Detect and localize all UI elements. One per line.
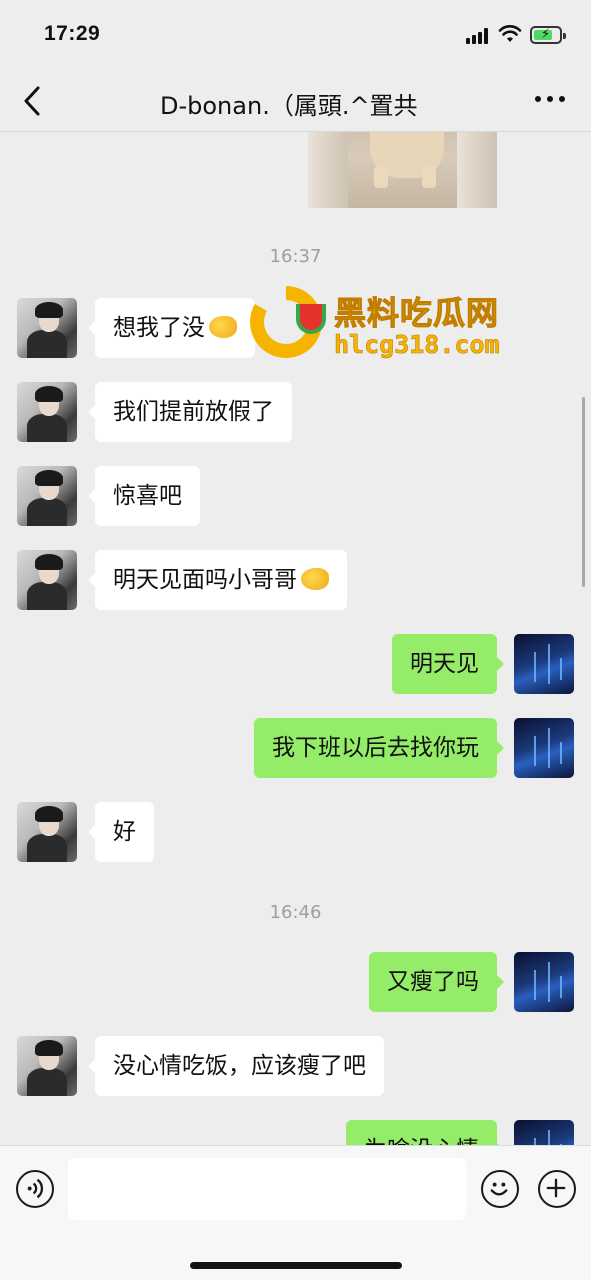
back-icon[interactable] — [18, 84, 48, 118]
message-text: 为啥没心情 — [364, 1137, 479, 1145]
contact-avatar[interactable] — [17, 298, 77, 358]
message-bubble-received[interactable]: 惊喜吧 — [88, 466, 200, 526]
contact-avatar[interactable] — [17, 802, 77, 862]
message-text: 没心情吃饭，应该瘦了吧 — [113, 1053, 366, 1079]
status-bar: 17:29 ⚡ — [0, 0, 591, 70]
my-avatar[interactable] — [514, 718, 574, 778]
flexed-arm-emoji-icon — [301, 568, 329, 590]
message-bubble-received[interactable]: 想我了没 — [88, 298, 255, 358]
scroll-indicator[interactable] — [582, 397, 585, 587]
image-message[interactable] — [308, 132, 497, 208]
message-text: 惊喜吧 — [113, 483, 182, 509]
contact-avatar[interactable] — [17, 1036, 77, 1096]
message-text: 想我了没 — [113, 315, 205, 341]
contact-avatar[interactable] — [17, 550, 77, 610]
my-avatar[interactable] — [514, 1120, 574, 1145]
watermark-url: hlcg318.com — [334, 330, 500, 360]
message-text: 明天见面吗小哥哥 — [113, 567, 297, 593]
time-divider: 16:37 — [269, 246, 322, 267]
voice-icon[interactable] — [16, 1170, 54, 1208]
signal-icon — [466, 28, 492, 44]
message-bubble-received[interactable]: 我们提前放假了 — [88, 382, 292, 442]
flexed-arm-emoji-icon — [209, 316, 237, 338]
home-indicator — [190, 1262, 402, 1269]
chat-area[interactable]: 16:37 想我了没 我们提前放假了 惊喜吧 明天见面吗小哥哥 明天见 我下班以… — [0, 132, 591, 1145]
message-bubble-received[interactable]: 没心情吃饭，应该瘦了吧 — [88, 1036, 384, 1096]
my-avatar[interactable] — [514, 634, 574, 694]
input-bar — [0, 1145, 591, 1280]
message-bubble-sent[interactable]: 明天见 — [392, 634, 504, 694]
contact-avatar[interactable] — [17, 382, 77, 442]
emoji-icon[interactable] — [481, 1170, 519, 1208]
more-icon[interactable] — [535, 96, 567, 106]
time-divider: 16:46 — [269, 902, 322, 923]
battery-icon: ⚡ — [530, 26, 566, 44]
status-time: 17:29 — [44, 22, 101, 45]
message-bubble-sent[interactable]: 我下班以后去找你玩 — [254, 718, 504, 778]
message-text: 又瘦了吗 — [387, 969, 479, 995]
watermark-title: 黑料吃瓜网 — [333, 294, 500, 333]
contact-avatar[interactable] — [17, 466, 77, 526]
message-input[interactable] — [68, 1158, 466, 1220]
message-text: 明天见 — [410, 651, 479, 677]
message-text: 我们提前放假了 — [113, 399, 274, 425]
message-bubble-sent[interactable]: 又瘦了吗 — [369, 952, 504, 1012]
plus-icon[interactable] — [538, 1170, 576, 1208]
chat-title: D-bonan.（属頭.^置共 — [160, 92, 418, 120]
watermelon-icon — [296, 304, 326, 334]
site-watermark: 黑料吃瓜网 hlcg318.com — [250, 286, 550, 366]
wifi-icon — [498, 25, 522, 42]
message-bubble-sent[interactable]: 为啥没心情 — [346, 1120, 504, 1145]
message-text: 我下班以后去找你玩 — [272, 735, 479, 761]
message-bubble-received[interactable]: 好 — [88, 802, 154, 862]
my-avatar[interactable] — [514, 952, 574, 1012]
message-bubble-received[interactable]: 明天见面吗小哥哥 — [88, 550, 347, 610]
message-text: 好 — [113, 819, 136, 845]
nav-bar: D-bonan.（属頭.^置共 — [0, 70, 591, 132]
